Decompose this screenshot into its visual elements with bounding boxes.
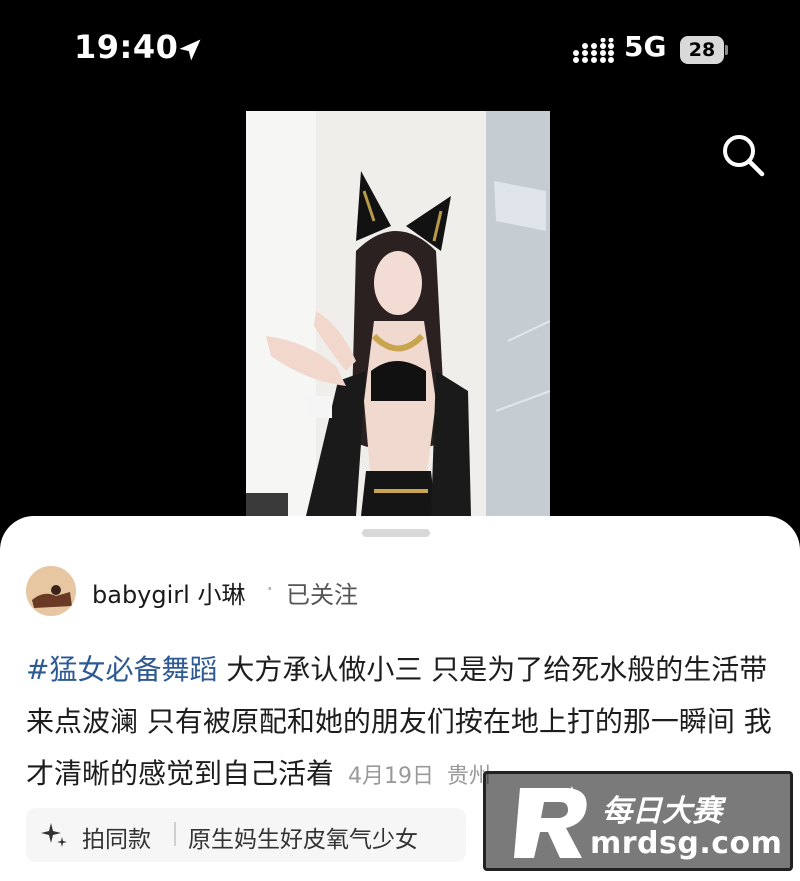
status-bar: 19:40 5G 28 [0, 0, 800, 100]
author-name[interactable]: babygirl 小琳 [92, 575, 245, 610]
video-player[interactable] [246, 111, 550, 516]
divider [174, 822, 176, 846]
brand-logo-icon [514, 786, 587, 858]
avatar[interactable] [26, 566, 76, 616]
author-row: babygirl 小琳 · 已关注 [26, 566, 786, 616]
search-icon[interactable] [718, 130, 768, 180]
battery-icon: 28 [680, 36, 728, 64]
shoot-same-button[interactable]: 拍同款 [82, 820, 151, 854]
drag-handle[interactable] [362, 529, 430, 537]
video-thumbnail [246, 111, 550, 516]
follow-status-button[interactable]: 已关注 [286, 575, 358, 610]
separator-dot: · [266, 575, 274, 603]
music-title[interactable]: 原生妈生好皮氧气少女 [188, 820, 418, 854]
watermark-brand-cn: 每日大赛 [602, 794, 722, 829]
music-bar[interactable]: 拍同款 原生妈生好皮氧气少女 [26, 808, 466, 862]
hashtag-link[interactable]: #猛女必备舞蹈 [26, 653, 217, 686]
network-type: 5G [624, 30, 667, 63]
watermark-brand-url: mrdsg.com [590, 826, 783, 861]
status-time: 19:40 [74, 28, 179, 66]
signal-icon [573, 38, 614, 63]
watermark: 每日大赛 mrdsg.com [483, 771, 793, 871]
location-arrow-icon [179, 39, 201, 61]
sparkle-icon [41, 823, 67, 847]
post-date: 4月19日 [348, 764, 435, 789]
battery-level: 28 [688, 39, 716, 61]
